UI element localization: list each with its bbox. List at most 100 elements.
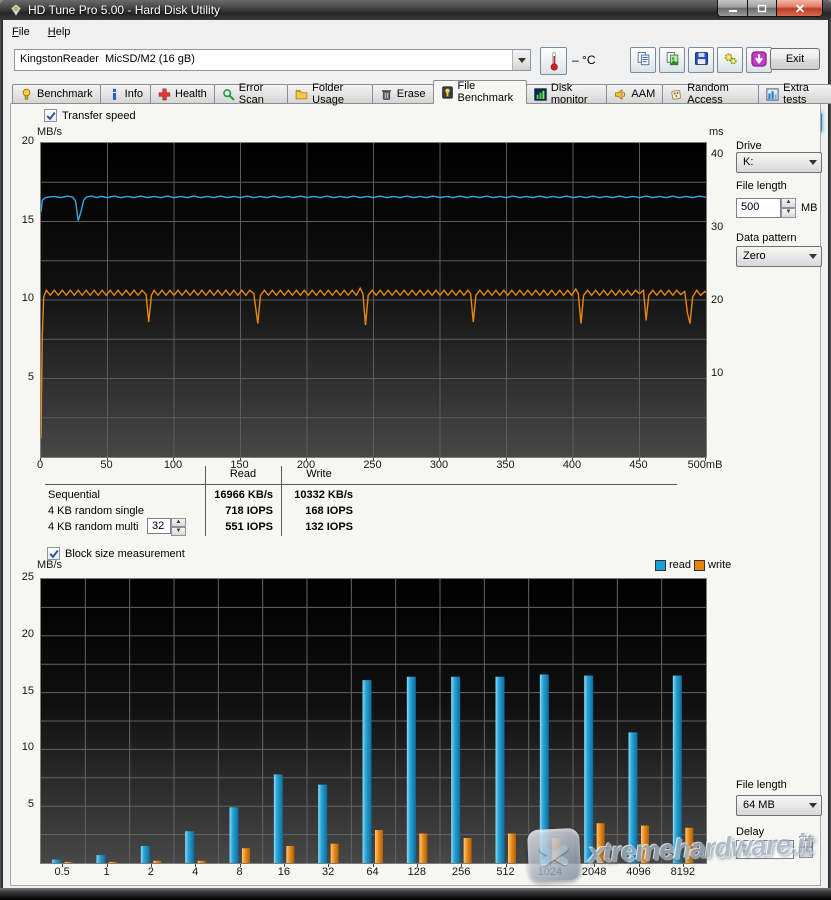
drive-select-arrow[interactable] xyxy=(805,153,821,172)
maximize-button[interactable] xyxy=(748,0,777,17)
bar-write-32 xyxy=(331,844,339,863)
y-tick: 10 xyxy=(8,741,34,753)
y-tick-left: 20 xyxy=(8,135,34,147)
x-tickmark xyxy=(373,458,374,461)
tab-label: Erase xyxy=(397,88,426,100)
spinner-buttons[interactable]: ▲▼ xyxy=(781,198,796,218)
tab-info[interactable]: Info xyxy=(100,84,151,104)
file-length2-select[interactable]: 64 MB xyxy=(736,795,822,816)
data-pattern-select[interactable]: Zero xyxy=(736,246,822,267)
options-button[interactable] xyxy=(717,47,743,73)
spin-up-icon[interactable]: ▲ xyxy=(781,198,796,208)
floppy-icon xyxy=(694,51,709,69)
tab-label: AAM xyxy=(631,88,655,100)
result-write-value: 10332 KB/s xyxy=(281,489,353,501)
bar-write-2 xyxy=(153,861,161,863)
data-pattern-label: Data pattern xyxy=(736,232,797,244)
tab-disk-monitor[interactable]: Disk monitor xyxy=(526,84,608,104)
copy-text-button[interactable] xyxy=(630,47,656,73)
tab-bar: Benchmark Info Health Error Scan Folder Usag… xyxy=(12,83,831,104)
y-axis-unit-right: ms xyxy=(709,126,724,138)
minimize-button[interactable] xyxy=(717,0,748,17)
x-tickmark xyxy=(62,864,63,867)
toolbar-buttons xyxy=(630,47,772,73)
result-row-label: 4 KB random multi xyxy=(48,521,138,533)
gears-icon xyxy=(723,51,738,69)
drive-select[interactable]: K: xyxy=(736,152,822,173)
y-tick: 20 xyxy=(8,628,34,640)
temperature-value: – xyxy=(572,53,579,67)
result-row-label: 4 KB random single xyxy=(48,505,144,517)
transfer-speed-checkbox[interactable]: Transfer speed xyxy=(44,109,136,122)
menu-item-file[interactable]: File xyxy=(3,23,39,41)
tab-benchmark[interactable]: Benchmark xyxy=(12,84,101,104)
tab-extra-tests[interactable]: Extra tests xyxy=(758,84,831,104)
temperature-unit: °C xyxy=(582,53,595,67)
menu-item-help[interactable]: Help xyxy=(39,23,80,41)
x-tickmark xyxy=(572,458,573,461)
y-tick-right: 30 xyxy=(711,221,723,233)
tab-error-scan[interactable]: Error Scan xyxy=(214,84,288,104)
save-screenshot-button[interactable] xyxy=(688,47,714,73)
tab-folder-usage[interactable]: Folder Usage xyxy=(287,84,373,104)
device-selector-arrow[interactable] xyxy=(512,50,530,70)
result-read-value: 16966 KB/s xyxy=(205,489,273,501)
x-tickmark xyxy=(107,864,108,867)
tab-label: Health xyxy=(175,88,207,100)
copy-image-button[interactable] xyxy=(659,47,685,73)
update-button[interactable] xyxy=(746,47,772,73)
tab-erase[interactable]: Erase xyxy=(372,84,434,104)
data-pattern-arrow[interactable] xyxy=(805,247,821,266)
tab-label: File Benchmark xyxy=(458,80,519,104)
spinner-buttons[interactable]: ▲▼ xyxy=(171,518,186,534)
legend-label-write: write xyxy=(708,559,731,571)
queue-depth-value[interactable]: 32 xyxy=(147,518,171,534)
tab-health[interactable]: Health xyxy=(150,84,215,104)
tab-random-access[interactable]: Random Access xyxy=(662,84,759,104)
spin-down-icon[interactable]: ▼ xyxy=(171,527,186,536)
legend-swatch-write xyxy=(694,560,705,571)
tab-label: Info xyxy=(125,88,143,100)
table-header-line xyxy=(45,484,677,485)
spin-up-icon[interactable]: ▲ xyxy=(171,518,186,527)
block-size-label: Block size measurement xyxy=(65,548,185,560)
block-size-checkbox[interactable]: Block size measurement xyxy=(47,547,185,560)
x-tickmark xyxy=(151,864,152,867)
info-icon xyxy=(108,88,121,101)
trash-icon xyxy=(380,88,393,101)
tab-file-benchmark[interactable]: File Benchmark xyxy=(433,80,527,104)
close-button[interactable] xyxy=(777,0,823,17)
file-length-label: File length xyxy=(736,180,787,192)
tab-label: Error Scan xyxy=(239,82,280,106)
x-tick: 0.5 xyxy=(37,866,87,878)
tab-label: Random Access xyxy=(687,82,751,106)
gauge-icon xyxy=(441,86,454,99)
bar-write-512 xyxy=(508,833,516,863)
bar-write-1 xyxy=(109,862,117,863)
exit-button[interactable]: Exit xyxy=(770,48,820,70)
tab-aam[interactable]: AAM xyxy=(606,84,663,104)
x-tickmark xyxy=(173,458,174,461)
temperature-button[interactable] xyxy=(540,47,567,75)
file-length2-arrow[interactable] xyxy=(805,796,821,815)
queue-depth-spinner[interactable]: 32▲▼ xyxy=(147,518,186,534)
checkbox-box[interactable] xyxy=(44,109,57,122)
transfer-speed-label: Transfer speed xyxy=(62,110,136,122)
folder-icon xyxy=(295,88,308,101)
titlebar: HD Tune Pro 5.00 - Hard Disk Utility xyxy=(0,0,831,20)
result-row-label: Sequential xyxy=(48,489,100,501)
spin-down-icon[interactable]: ▼ xyxy=(781,208,796,218)
app-icon xyxy=(9,3,23,17)
file-length-value[interactable]: 500 xyxy=(736,198,781,218)
copy-blue-icon xyxy=(636,51,651,69)
device-selector[interactable]: KingstonReader MicSD/M2 (16 gB) xyxy=(14,49,531,71)
x-tick: 1 xyxy=(82,866,132,878)
file-length-spinner[interactable]: 500 ▲▼ xyxy=(736,198,796,218)
block-size-chart xyxy=(40,578,707,864)
magnifier-icon xyxy=(222,88,235,101)
bulb-icon xyxy=(20,88,33,101)
x-tick: 64 xyxy=(348,866,398,878)
bar-write-8 xyxy=(242,848,250,863)
window-frame-left xyxy=(0,20,3,888)
bar-read-16 xyxy=(274,774,283,863)
